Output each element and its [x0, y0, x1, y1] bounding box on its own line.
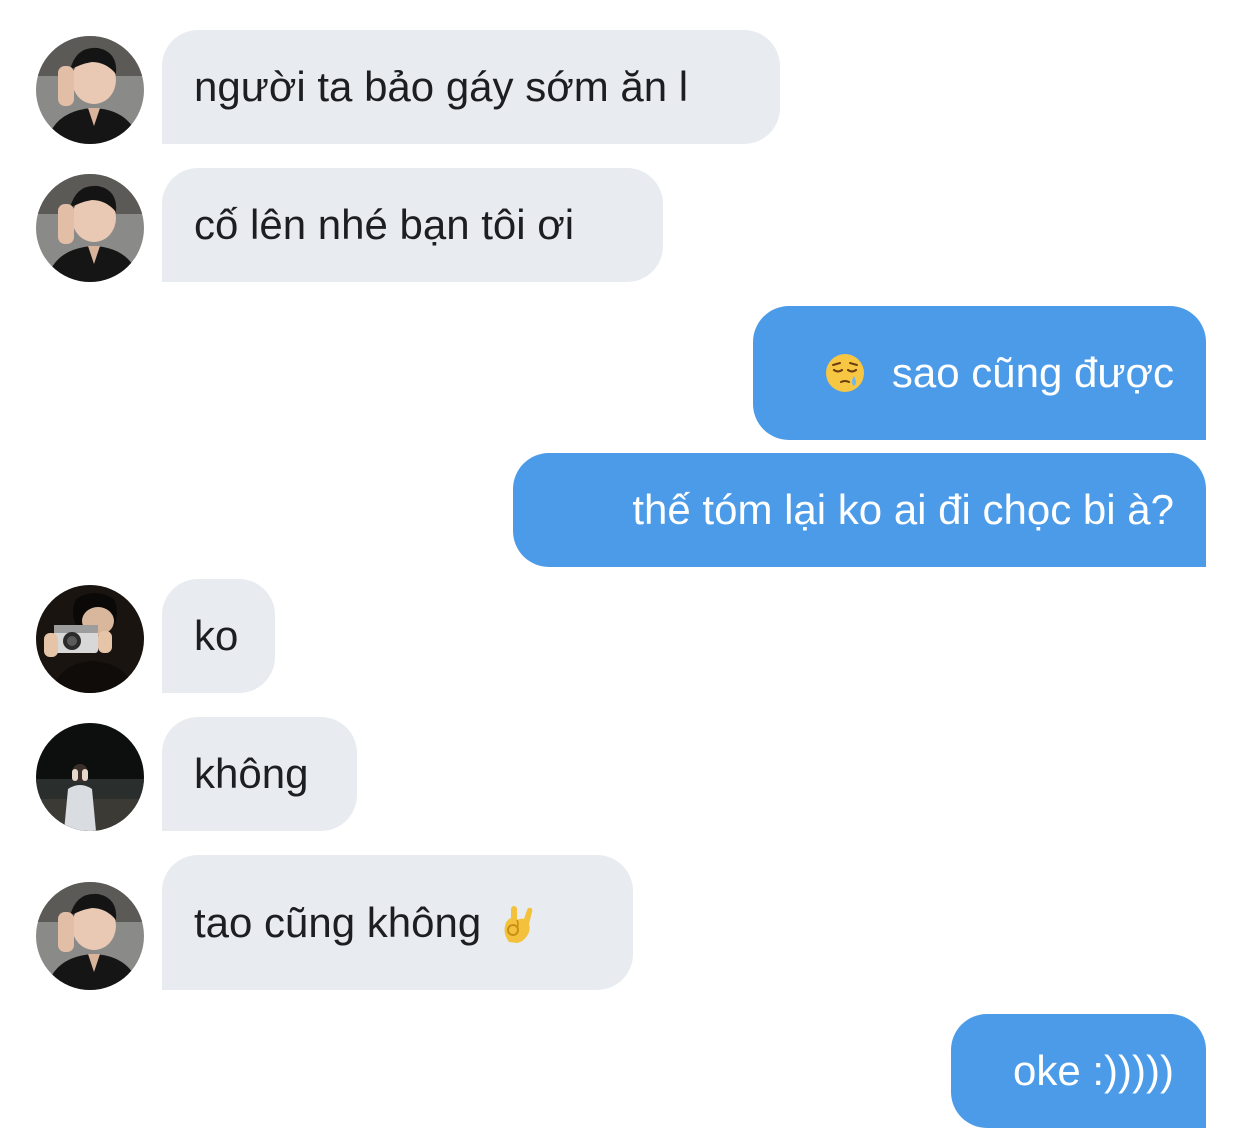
- message-bubble[interactable]: người ta bảo gáy sớm ăn l: [162, 30, 780, 144]
- avatar[interactable]: [36, 174, 144, 282]
- message-bubble[interactable]: ko: [162, 579, 275, 693]
- message-text: sao cũng được: [891, 349, 1174, 396]
- message-bubble[interactable]: tao cũng không: [162, 855, 633, 990]
- sleepy-face-icon: [824, 352, 866, 394]
- message-bubble[interactable]: không: [162, 717, 357, 831]
- ok-hand-icon: [497, 902, 539, 944]
- avatar-guy-hand-on-face-icon: [36, 36, 144, 144]
- message-bubble[interactable]: sao cũng được: [753, 306, 1206, 440]
- avatar[interactable]: [36, 585, 144, 693]
- avatar-guy-hand-on-face-icon: [36, 882, 144, 990]
- avatar-guy-with-camera-icon: [36, 585, 144, 693]
- avatar[interactable]: [36, 882, 144, 990]
- message-bubble[interactable]: cố lên nhé bạn tôi ơi: [162, 168, 663, 282]
- message-text: tao cũng không: [194, 898, 482, 946]
- message-bubble[interactable]: thế tóm lại ko ai đi chọc bi à?: [513, 453, 1206, 567]
- message-bubble[interactable]: oke :))))): [951, 1014, 1206, 1128]
- message-text: người ta bảo gáy sớm ăn l: [194, 63, 689, 110]
- avatar-person-at-beach-night-icon: [36, 723, 144, 831]
- avatar[interactable]: [36, 723, 144, 831]
- avatar-guy-hand-on-face-icon: [36, 174, 144, 282]
- avatar[interactable]: [36, 36, 144, 144]
- message-text: cố lên nhé bạn tôi ơi: [194, 201, 575, 248]
- message-text: không: [194, 750, 309, 797]
- message-text: oke :))))): [1013, 1047, 1174, 1094]
- message-text: thế tóm lại ko ai đi chọc bi à?: [632, 486, 1174, 533]
- message-text: ko: [194, 612, 239, 659]
